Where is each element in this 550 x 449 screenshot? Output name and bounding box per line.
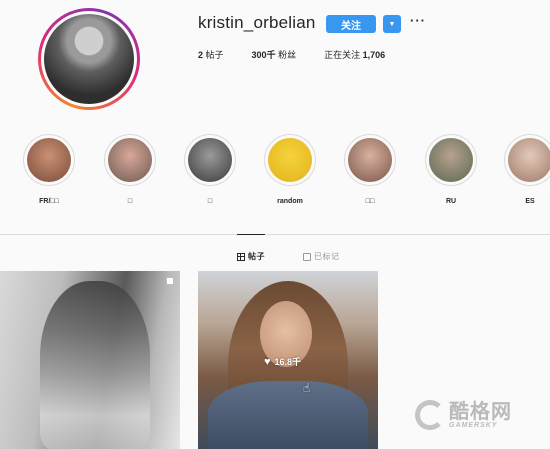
highlight-item[interactable]: □	[100, 134, 160, 205]
active-tab-indicator	[237, 234, 265, 235]
highlight-label: RU	[445, 198, 457, 205]
highlight-label: □□	[365, 198, 375, 205]
highlight-cover	[268, 138, 312, 182]
pointer-cursor-icon: ☝	[303, 381, 311, 395]
highlight-cover	[108, 138, 152, 182]
highlight-item[interactable]: RU	[421, 134, 481, 205]
tag-icon	[303, 252, 311, 261]
tab-posts[interactable]: 帖子	[237, 251, 265, 262]
post-image	[40, 281, 150, 449]
follow-button[interactable]: 关注	[326, 15, 376, 33]
post-image-detail	[208, 381, 368, 449]
likes-count: 16.8千	[274, 357, 302, 367]
watermark: 酷格网 GAMERSKY	[415, 400, 512, 430]
highlight-cover	[348, 138, 392, 182]
username: kristin_orbelian	[198, 13, 316, 32]
highlight-item[interactable]: □	[180, 134, 240, 205]
tab-tagged-label: 已标记	[314, 252, 340, 261]
watermark-logo-icon	[415, 400, 445, 430]
avatar-image	[44, 14, 134, 104]
watermark-en: GAMERSKY	[449, 421, 498, 429]
profile-avatar[interactable]	[38, 8, 140, 110]
heart-icon: ♥	[264, 355, 271, 368]
carousel-icon	[166, 277, 174, 285]
highlight-cover	[27, 138, 71, 182]
post-likes-overlay: ♥ 16.8千	[264, 355, 301, 368]
highlight-cover	[429, 138, 473, 182]
highlight-item[interactable]: □□	[340, 134, 400, 205]
highlight-cover	[508, 138, 550, 182]
posts-stat[interactable]: 2 帖子	[198, 48, 224, 61]
highlight-label: random	[277, 198, 303, 205]
chevron-down-icon: ▼	[388, 20, 396, 28]
highlight-item[interactable]: ES	[500, 134, 550, 205]
highlight-cover	[188, 138, 232, 182]
tabs-divider	[0, 234, 550, 235]
grid-icon	[237, 252, 245, 261]
watermark-cn: 酷格网	[449, 400, 512, 423]
post-thumbnail[interactable]	[0, 271, 180, 449]
highlight-label: FR/□□	[39, 198, 59, 205]
highlight-label: □	[127, 198, 133, 205]
tab-posts-label: 帖子	[248, 252, 265, 261]
story-highlights: FR/□□ □ □ random □□ RU ES	[0, 134, 550, 214]
following-stat[interactable]: 正在关注 1,706	[324, 48, 385, 61]
highlight-label: □	[207, 198, 213, 205]
more-options-icon[interactable]: ···	[410, 13, 426, 28]
highlight-item[interactable]: FR/□□	[19, 134, 79, 205]
tab-tagged[interactable]: 已标记	[303, 251, 340, 262]
highlight-label: ES	[525, 198, 535, 205]
followers-stat[interactable]: 300千 粉丝	[252, 48, 297, 61]
highlight-item[interactable]: random	[260, 134, 320, 205]
profile-stats: 2 帖子 300千 粉丝 正在关注 1,706	[198, 48, 385, 61]
suggestions-dropdown-button[interactable]: ▼	[383, 15, 401, 33]
